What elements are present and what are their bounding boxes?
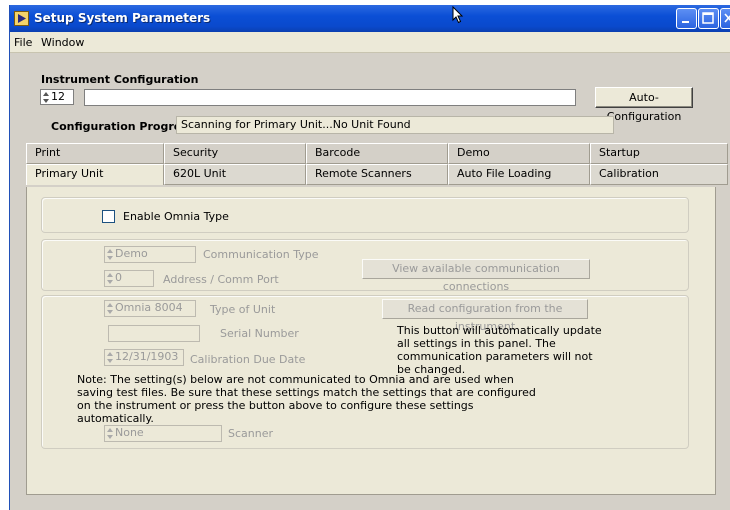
menu-bar: File Window — [10, 32, 730, 53]
title-bar[interactable]: Setup System Parameters — [10, 5, 730, 32]
primary-unit-tab-page: Enable Omnia Type Demo Communication Typ… — [26, 187, 716, 495]
menu-window[interactable]: Window — [41, 36, 84, 49]
serial-number-label: Serial Number — [220, 327, 299, 340]
enable-omnia-label: Enable Omnia Type — [123, 210, 229, 223]
calibration-due-label: Calibration Due Date — [190, 353, 306, 366]
instrument-number-value: 12 — [51, 90, 65, 103]
auto-configuration-button[interactable]: Auto-Configuration — [595, 87, 693, 123]
stepper-arrows-icon[interactable] — [106, 351, 113, 364]
tab-startup[interactable]: Startup — [590, 143, 728, 164]
serial-number-field[interactable] — [108, 325, 200, 342]
stepper-arrows-icon[interactable] — [106, 427, 113, 440]
calibration-due-value: 12/31/1903 — [115, 350, 179, 363]
tab-security[interactable]: Security — [164, 143, 306, 164]
app-icon — [14, 11, 29, 26]
address-control[interactable]: 0 — [104, 270, 154, 287]
stepper-arrows-icon[interactable] — [106, 248, 113, 261]
instrument-name-field[interactable] — [84, 89, 576, 106]
read-configuration-help-text: This button will automatically update al… — [397, 324, 602, 376]
window-bottom-edge — [10, 495, 730, 510]
tab-auto-file-loading[interactable]: Auto File Loading — [448, 164, 590, 185]
tab-barcode[interactable]: Barcode — [306, 143, 448, 164]
read-configuration-button[interactable]: Read configuration from the instrument — [382, 299, 588, 333]
tab-620l-unit[interactable]: 620L Unit — [164, 164, 306, 185]
stepper-arrows-icon[interactable] — [106, 302, 113, 315]
minimize-button[interactable] — [676, 8, 697, 29]
unit-details-group: Omnia 8004 Type of Unit Serial Number 12… — [41, 295, 689, 449]
comm-type-control[interactable]: Demo — [104, 246, 196, 263]
maximize-button[interactable] — [698, 8, 719, 29]
scanner-label: Scanner — [228, 427, 274, 440]
menu-file[interactable]: File — [14, 36, 32, 49]
comm-type-label: Communication Type — [203, 248, 319, 261]
enable-omnia-checkbox[interactable] — [102, 210, 115, 223]
communication-group: Demo Communication Type 0 Address / Comm… — [41, 239, 689, 293]
unit-type-label: Type of Unit — [210, 303, 276, 316]
address-value: 0 — [115, 271, 122, 284]
scanner-value: None — [115, 426, 144, 439]
mouse-cursor-icon — [452, 6, 464, 24]
instrument-config-heading: Instrument Configuration — [41, 73, 199, 86]
main-window: Setup System Parameters File Window Inst… — [9, 5, 730, 510]
calibration-due-control[interactable]: 12/31/1903 — [104, 349, 184, 366]
tab-calibration[interactable]: Calibration — [590, 164, 728, 185]
address-label: Address / Comm Port — [163, 273, 279, 286]
front-panel: Instrument Configuration 12 Auto-Configu… — [10, 53, 730, 510]
instrument-number-control[interactable]: 12 — [40, 89, 74, 105]
omnia-type-group: Enable Omnia Type — [41, 197, 689, 233]
stepper-arrows-icon[interactable] — [42, 91, 49, 104]
unit-type-control[interactable]: Omnia 8004 — [104, 300, 196, 317]
comm-type-value: Demo — [115, 247, 148, 260]
settings-note-text: Note: The setting(s) below are not commu… — [77, 373, 536, 425]
tab-print[interactable]: Print — [26, 143, 164, 164]
unit-type-value: Omnia 8004 — [115, 301, 183, 314]
tab-demo[interactable]: Demo — [448, 143, 590, 164]
window-title: Setup System Parameters — [34, 11, 211, 25]
tab-primary-unit[interactable]: Primary Unit — [26, 164, 164, 185]
tab-remote-scanners[interactable]: Remote Scanners — [306, 164, 448, 185]
close-button[interactable] — [720, 8, 730, 29]
scanner-control[interactable]: None — [104, 425, 222, 442]
configuration-progress-status: Scanning for Primary Unit...No Unit Foun… — [176, 116, 614, 134]
view-connections-button[interactable]: View available communication connections — [362, 259, 590, 293]
stepper-arrows-icon[interactable] — [106, 272, 113, 285]
